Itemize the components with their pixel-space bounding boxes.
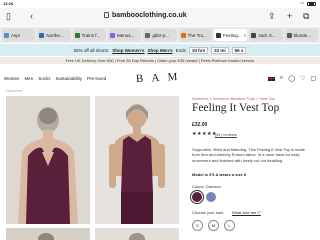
share-icon[interactable]: ⇪ (268, 11, 276, 21)
promo-bar: 25% off all shorts: Shop Women's Shop Me… (0, 44, 320, 56)
tab-label: Menus... (116, 32, 135, 38)
promo-ends: Ends (175, 47, 186, 53)
shop-women-link[interactable]: Shop Women's (112, 48, 144, 53)
tab-label: Aspi (11, 32, 20, 38)
browser-tab[interactable]: Feeling... ✕ (213, 29, 248, 41)
tab-label: Northe... (46, 32, 64, 38)
product-breadcrumb[interactable]: Women's > Women's Bamboo Tops > Vest Top (192, 96, 275, 101)
countdown-secs: 56 s (231, 46, 247, 54)
browser-tab[interactable]: Jack S... (249, 29, 283, 41)
nav-link[interactable]: Men (24, 76, 33, 81)
browser-tab[interactable]: Trains f... (72, 29, 106, 41)
product-title: Feeling It Vest Top (192, 102, 280, 114)
overview-link[interactable]: Overview (6, 88, 23, 93)
bam-logo[interactable]: B A M (136, 71, 181, 85)
size-options: SML (192, 220, 235, 231)
colour-swatches (190, 190, 216, 204)
favicon-icon (215, 32, 221, 38)
colour-swatch[interactable] (190, 190, 204, 204)
countdown-mins: 32 mi (211, 46, 229, 54)
browser-tab[interactable]: The Tru... (178, 29, 212, 41)
model-photo-4 (95, 229, 179, 240)
status-time: 13:26 (3, 1, 14, 6)
model-front-photo (95, 96, 179, 224)
tab-label: gkbr-p... (152, 32, 169, 38)
wishlist-icon[interactable]: ♡ (300, 75, 305, 82)
promo-text: 25% off all shorts: (73, 47, 110, 53)
account-icon[interactable]: ◯ (288, 75, 295, 82)
favicon-icon (286, 32, 292, 38)
product-image-front[interactable] (95, 96, 179, 224)
size-label: Choose your size: (192, 210, 225, 215)
shop-men-link[interactable]: Shop Men's (148, 48, 173, 53)
back-icon[interactable]: ‹ (30, 11, 33, 21)
browser-tab[interactable]: Aspi (2, 29, 36, 41)
close-icon[interactable]: ✕ (243, 33, 246, 38)
sidebar-icon[interactable]: ▯ (6, 11, 11, 21)
model-info: Model is 5'9 A wears a size 8 (192, 172, 247, 177)
favicon-icon (39, 32, 45, 38)
favicon-icon (74, 32, 80, 38)
nav-links: Women Men Socks Sustainability Pre-loved (4, 76, 106, 81)
nav-link[interactable]: Pre-loved (87, 76, 106, 81)
size-option[interactable]: M (208, 220, 219, 231)
nav-icons: ⌕ ◯ ♡ ▢ (267, 75, 316, 82)
browser-tab[interactable]: gkbr-p... (143, 29, 177, 41)
favicon-icon (145, 32, 151, 38)
status-bar: 13:26 ◠ (0, 0, 320, 8)
address-bar[interactable]: bambooclothing.co.uk (112, 12, 187, 19)
tab-label: Feeling... (222, 32, 242, 38)
browser-tab[interactable]: Menus... (107, 29, 142, 41)
wifi-icon: ◠ (300, 1, 305, 6)
size-option[interactable]: L (224, 220, 235, 231)
tab-label: The Tru... (187, 32, 207, 38)
search-icon[interactable]: ⌕ (280, 75, 283, 82)
model-back-photo (6, 96, 90, 224)
favicon-icon (4, 32, 9, 38)
reviews-link[interactable]: (61) reviews (215, 132, 237, 137)
tab-label: Jack S... (258, 32, 276, 38)
status-icons: ◠ (300, 1, 316, 6)
product-price: £32.00 (192, 122, 208, 128)
product-image-3[interactable] (6, 228, 90, 240)
size-guide-link[interactable]: What size am I? (232, 210, 261, 215)
product-image-back[interactable] (6, 96, 90, 224)
delivery-banner: Free UK Delivery Over £50 | Free 30 Day … (0, 57, 320, 64)
new-tab-icon[interactable]: + (287, 11, 292, 21)
size-option[interactable]: S (192, 220, 203, 231)
nav-link[interactable]: Socks (38, 76, 50, 81)
tab-bar: Aspi Northe... Trains f... Menus... gkbr-p..… (0, 27, 320, 43)
browser-toolbar: ▯ ‹ bambooclothing.co.uk ⇪ + ⧉ (0, 8, 320, 26)
product-description: Supportive, fitted and flattering. This … (192, 147, 306, 163)
lock-icon (104, 12, 109, 18)
browser-tab[interactable]: Northe... (37, 29, 71, 41)
rating-stars: ★★★★★ (192, 131, 217, 137)
battery-icon (307, 1, 316, 6)
nav-link[interactable]: Women (4, 76, 19, 81)
nav-link[interactable]: Sustainability (55, 76, 82, 81)
colour-swatch[interactable] (206, 192, 216, 202)
tab-overview-icon[interactable]: ⧉ (303, 11, 309, 21)
favicon-icon (180, 32, 186, 38)
basket-icon[interactable]: ▢ (310, 75, 316, 82)
tab-label: blonde... (293, 32, 311, 38)
favicon-icon (109, 32, 115, 38)
uk-flag-icon[interactable] (267, 76, 275, 81)
product-image-4[interactable] (95, 228, 179, 240)
model-photo-3 (6, 229, 90, 240)
countdown-hours: 10 hrs (188, 46, 209, 54)
favicon-icon (251, 32, 257, 38)
tab-label: Trains f... (81, 32, 101, 38)
browser-tab[interactable]: blonde... (284, 29, 318, 41)
colour-label: Colour: Damson (192, 184, 221, 189)
